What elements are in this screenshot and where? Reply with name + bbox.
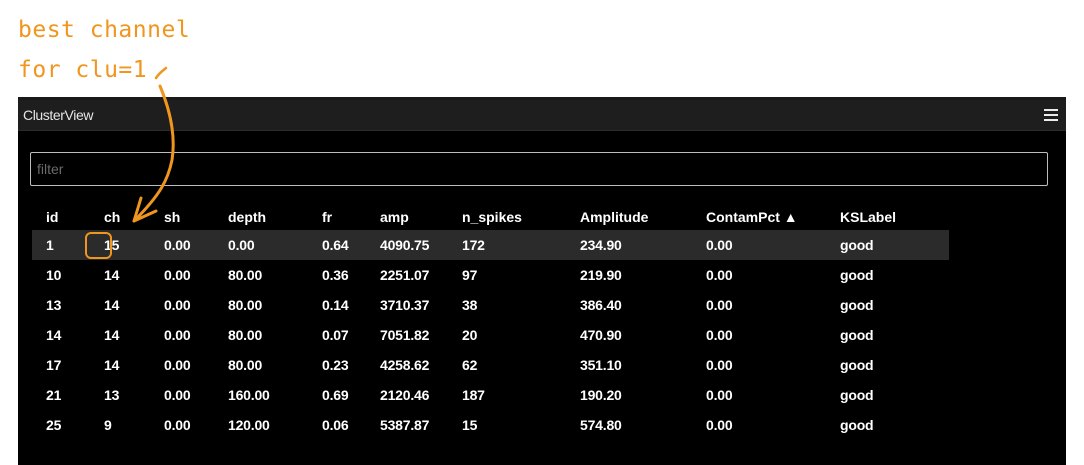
table-cell: 0.36 <box>322 267 349 283</box>
table-cell: good <box>826 230 949 260</box>
dock-titlebar: ClusterView <box>18 100 1066 131</box>
table-cell: 80.00 <box>228 297 263 313</box>
table-cell: 14 <box>104 327 120 343</box>
table-cell: good <box>840 267 874 283</box>
table-cell: 0.00 <box>706 327 733 343</box>
column-header[interactable]: KSLabel <box>826 203 949 230</box>
table-cell: 1 <box>32 230 90 260</box>
table-cell: 0.00 <box>706 267 733 283</box>
column-header[interactable]: ContamPct ▲ <box>692 203 826 230</box>
table-cell: 13 <box>46 297 62 313</box>
annotation-line-1: best channel <box>18 17 191 43</box>
table-cell: 0.00 <box>164 357 191 373</box>
table-cell: 172 <box>448 230 566 260</box>
table-cell: 0.00 <box>706 357 733 373</box>
table-row[interactable]: 10 14 0.00 80.00 0.36 2251.07 97 219.90 0.00 good <box>32 260 949 290</box>
table-cell: 9 <box>104 417 112 433</box>
column-header[interactable]: id <box>32 203 90 230</box>
table-cell: 0.00 <box>164 387 191 403</box>
table-cell: 0.00 <box>164 267 191 283</box>
table-cell: 4258.62 <box>380 357 430 373</box>
table-cell: 20 <box>462 327 478 343</box>
table-cell: 21 <box>46 387 62 403</box>
table-cell: 14 <box>46 327 62 343</box>
annotation-text: best channel for clu=1 <box>18 10 190 90</box>
annotation-line-2: for clu=1 <box>18 57 148 83</box>
table-cell: 0.23 <box>322 357 349 373</box>
table-cell: 80.00 <box>228 267 263 283</box>
table-cell: 187 <box>462 387 485 403</box>
column-header[interactable]: Amplitude <box>566 203 692 230</box>
table-row[interactable]: 14 14 0.00 80.00 0.07 7051.82 20 470.90 0.00 good <box>32 320 949 350</box>
table-cell: 470.90 <box>580 327 622 343</box>
table-cell: 574.80 <box>580 417 622 433</box>
table-cell: 14 <box>104 297 120 313</box>
table-cell: 25 <box>46 417 62 433</box>
table-cell: 219.90 <box>580 267 622 283</box>
table-cell: 4090.75 <box>366 230 448 260</box>
table-cell: 0.00 <box>164 417 191 433</box>
table-cell: 234.90 <box>566 230 692 260</box>
table-cell: 7051.82 <box>380 327 430 343</box>
table-row[interactable]: 1 15 0.00 0.00 0.64 4090.75 172 234.90 0.00 good <box>32 230 949 260</box>
column-header[interactable]: depth <box>214 203 308 230</box>
table-cell: good <box>840 297 874 313</box>
table-cell: 62 <box>462 357 478 373</box>
table-cell: 5387.87 <box>380 417 430 433</box>
table-cell: good <box>840 327 874 343</box>
table-cell: 80.00 <box>228 327 263 343</box>
table-row[interactable]: 13 14 0.00 80.00 0.14 3710.37 38 386.40 0.00 good <box>32 290 949 320</box>
table-cell: 351.10 <box>580 357 622 373</box>
table-row[interactable]: 25 9 0.00 120.00 0.06 5387.87 15 574.80 0.00 good <box>32 410 949 440</box>
dock-title: ClusterView <box>23 107 94 123</box>
table-cell: 0.06 <box>322 417 349 433</box>
table-cell: 10 <box>46 267 62 283</box>
table-cell: 0.00 <box>692 230 826 260</box>
table-cell: 0.00 <box>214 230 308 260</box>
column-header[interactable]: ch <box>90 203 150 230</box>
column-header[interactable]: fr <box>308 203 366 230</box>
table-cell: 0.07 <box>322 327 349 343</box>
table-row[interactable]: 21 13 0.00 160.00 0.69 2120.46 187 190.20 0.00 go… <box>32 380 949 410</box>
table-cell: 38 <box>462 297 478 313</box>
table-cell: 2251.07 <box>380 267 430 283</box>
table-cell: 386.40 <box>580 297 622 313</box>
table-cell: 120.00 <box>228 417 270 433</box>
table-cell: 3710.37 <box>380 297 430 313</box>
table-cell: 2120.46 <box>380 387 430 403</box>
cluster-view-dock: ClusterView idchshdepthframpn_spikesAmpl… <box>18 97 1066 465</box>
table-cell: 0.14 <box>322 297 349 313</box>
table-cell: 0.00 <box>164 297 191 313</box>
best-channel-highlight <box>85 232 112 259</box>
table-cell: 0.00 <box>706 297 733 313</box>
table-cell: 14 <box>104 357 120 373</box>
table-cell: 13 <box>104 387 120 403</box>
table-cell: 0.69 <box>322 387 349 403</box>
filter-input[interactable] <box>30 152 1048 186</box>
column-header[interactable]: sh <box>150 203 214 230</box>
table-header-row: id ch sh depth fr amp n_spikes Amplitude ContamP… <box>32 203 949 230</box>
cluster-table: id ch sh depth fr amp n_spikes Amplitude ContamP… <box>32 203 949 440</box>
table-cell: 0.00 <box>164 327 191 343</box>
table-cell: 0.00 <box>150 230 214 260</box>
table-row[interactable]: 17 14 0.00 80.00 0.23 4258.62 62 351.10 0.00 good <box>32 350 949 380</box>
table-cell: good <box>840 357 874 373</box>
table-cell: 0.64 <box>308 230 366 260</box>
table-cell: 0.00 <box>706 387 733 403</box>
table-cell: good <box>840 387 874 403</box>
column-header[interactable]: n_spikes <box>448 203 566 230</box>
column-header[interactable]: amp <box>366 203 448 230</box>
table-cell: 15 <box>462 417 478 433</box>
table-cell: 0.00 <box>706 417 733 433</box>
table-body: 1 15 0.00 0.00 0.64 4090.75 172 234.90 0.00 good 1… <box>32 230 949 440</box>
table-cell: 160.00 <box>228 387 270 403</box>
table-cell: 97 <box>462 267 478 283</box>
table-cell: 190.20 <box>580 387 622 403</box>
table-cell: good <box>840 417 874 433</box>
hamburger-menu-icon[interactable] <box>1044 109 1058 121</box>
table-cell: 17 <box>46 357 62 373</box>
table-cell: 14 <box>104 267 120 283</box>
table-cell: 80.00 <box>228 357 263 373</box>
